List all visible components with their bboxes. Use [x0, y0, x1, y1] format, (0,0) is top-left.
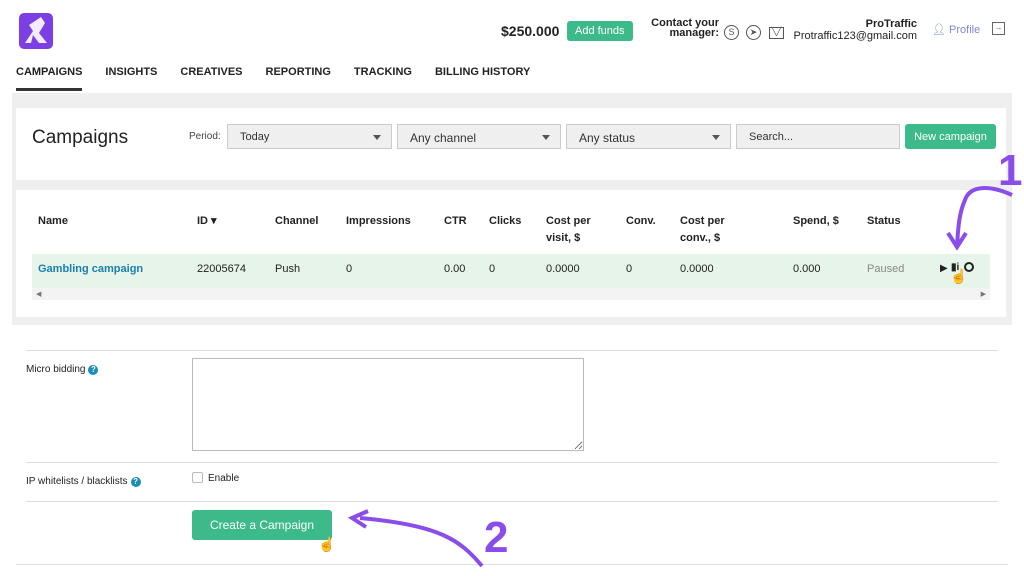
arrow-2 [359, 516, 484, 568]
annotation-number-2: 2 [484, 513, 508, 562]
cursor-icon: ☝ [950, 268, 968, 284]
cursor-icon: ☝ [318, 536, 336, 552]
annotation-layer: 1 2 [347, 146, 1022, 568]
annotation-number-1: 1 [998, 146, 1022, 195]
